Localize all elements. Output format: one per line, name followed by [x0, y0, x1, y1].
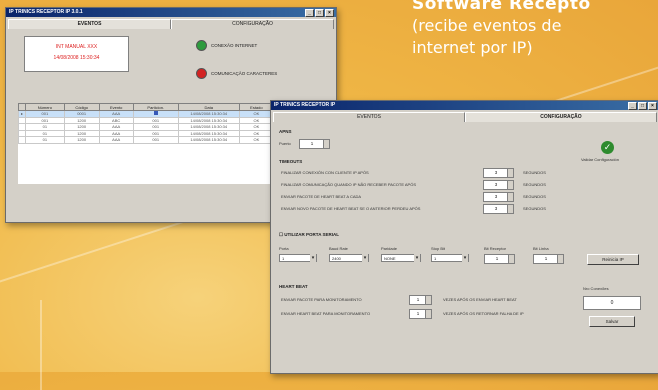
status-communication: COMUNICAÇÃO CARACTERES: [196, 68, 277, 79]
headline-subtitle-2: internet por IP): [412, 38, 533, 57]
window-title: IP TRINICS RECEPTOR IP: [274, 102, 336, 108]
heartbeat-stepper[interactable]: 1: [409, 295, 432, 305]
apns-section-title: APNS: [279, 129, 292, 134]
connections-count-field[interactable]: 0: [583, 296, 641, 310]
window-title: IP TRINICS RECEPTOR IP 3.0.1: [9, 9, 83, 15]
bit-receptor-stepper[interactable]: 1: [484, 254, 515, 264]
event-message-box: INT MANUAL XXX 14/08/2008 15:30:34: [24, 36, 129, 72]
window-titlebar[interactable]: IP TRINICS RECEPTOR IP _ □ ×: [271, 101, 658, 110]
headline: Software Recepto (recibe eventos de inte…: [412, 0, 658, 58]
heartbeat-stepper[interactable]: 1: [409, 309, 432, 319]
tab-eventos[interactable]: EVENTOS: [273, 112, 465, 122]
comm-error-icon: [196, 68, 207, 79]
serial-port-title: UTILIZAR PORTA SERIAL: [284, 232, 340, 237]
serial-spin-label: Bit Linha: [533, 246, 549, 251]
row-indicator-header: [18, 103, 26, 111]
timeout-stepper[interactable]: 3: [483, 204, 514, 214]
column-header[interactable]: Particion.: [132, 103, 179, 111]
events-table[interactable]: Número Código Evento Particion. Data Est…: [18, 103, 275, 184]
apns-port-stepper[interactable]: 1: [299, 139, 330, 149]
event-message-line: INT MANUAL XXX: [55, 44, 98, 50]
tab-configuracao[interactable]: CONFIGURAÇÃO: [465, 112, 657, 122]
tab-eventos[interactable]: EVENTOS: [8, 19, 171, 29]
selected-checkbox-icon[interactable]: [153, 111, 158, 116]
serial-field-label: Baud Rate: [329, 246, 348, 251]
timeout-label: ENVIAR NOVO PACOTE DE HEART BEAT SE O AN…: [281, 206, 421, 211]
minimize-button[interactable]: _: [628, 102, 637, 110]
column-header[interactable]: Evento: [98, 103, 134, 111]
serial-port-checkbox-label[interactable]: ☐ UTILIZAR PORTA SERIAL: [279, 232, 339, 238]
serial-field-label: Stop Bit: [431, 246, 446, 251]
connections-label: Nro Conexões: [583, 286, 609, 291]
restart-ip-button[interactable]: Reinicia IP: [587, 254, 639, 265]
serial-field-label: Paridade: [381, 246, 398, 251]
baud-rate-select[interactable]: 2400: [329, 254, 369, 262]
validate-label: Validar Configuración: [581, 157, 619, 162]
parity-select[interactable]: NONE: [381, 254, 421, 262]
status-label: CONEXÃO INTERNET: [211, 43, 258, 48]
heartbeat-unit: VEZES APÓS OS ENVIAR HEART BEAT: [443, 297, 517, 302]
maximize-button[interactable]: □: [315, 9, 324, 17]
column-header[interactable]: Data: [177, 103, 240, 111]
status-label: COMUNICAÇÃO CARACTERES: [211, 71, 278, 76]
apns-port-label: Puerto: [279, 141, 291, 146]
serial-field-label: Porta: [279, 246, 289, 251]
event-message-line: 14/08/2008 15:30:34: [53, 55, 100, 61]
background-ray: [40, 300, 42, 390]
status-connection: CONEXÃO INTERNET: [196, 40, 257, 51]
timeout-stepper[interactable]: 3: [483, 192, 514, 202]
timeouts-section-title: TIMEOUTS: [279, 159, 303, 164]
close-button[interactable]: ×: [325, 9, 334, 17]
headline-subtitle-1: (recibe eventos de: [412, 16, 562, 35]
close-button[interactable]: ×: [648, 102, 657, 110]
timeout-unit: SEGUNDOS: [523, 194, 546, 199]
serial-spin-label: Bit Receptor: [484, 246, 507, 251]
timeout-label: FINALIZAR COMUNICAÇÃO QUANDO IP NÃO RECE…: [281, 182, 416, 187]
timeout-stepper[interactable]: 3: [483, 180, 514, 190]
heartbeat-section-title: HEART BEAT: [279, 284, 308, 289]
heartbeat-label: ENVIAR PACOTE PARA MONITORAMENTO: [281, 297, 362, 302]
tab-configuracao[interactable]: CONFIGURAÇÃO: [171, 19, 334, 29]
headline-title: Software Recepto: [412, 0, 591, 14]
validate-check-icon[interactable]: ✓: [601, 141, 614, 154]
timeout-unit: SEGUNDOS: [523, 182, 546, 187]
bit-line-stepper[interactable]: 1: [533, 254, 564, 264]
stop-bit-select[interactable]: 1: [431, 254, 469, 262]
table-empty-area: [19, 143, 274, 184]
heartbeat-label: ENVIAR HEART BEAT PARA MONITORAMENTO: [281, 311, 371, 316]
save-button[interactable]: Salvar: [589, 316, 635, 327]
timeout-stepper[interactable]: 3: [483, 168, 514, 178]
minimize-button[interactable]: _: [305, 9, 314, 17]
receiver-config-window: IP TRINICS RECEPTOR IP _ □ × EVENTOS CON…: [270, 100, 658, 374]
timeout-unit: SEGUNDOS: [523, 170, 546, 175]
table-row[interactable]: [19, 143, 274, 184]
column-header[interactable]: Número: [25, 103, 65, 111]
connection-ok-icon: [196, 40, 207, 51]
column-header[interactable]: Estado: [238, 103, 275, 111]
column-header[interactable]: Código: [63, 103, 100, 111]
timeout-label: ENVIAR PACOTE DE HEART BEAT A CADA: [281, 194, 362, 199]
window-titlebar[interactable]: IP TRINICS RECEPTOR IP 3.0.1 _ □ ×: [6, 8, 336, 17]
timeout-unit: SEGUNDOS: [523, 206, 546, 211]
maximize-button[interactable]: □: [638, 102, 647, 110]
heartbeat-unit: VEZES APÓS OS RETORNAR FALHA DE IP: [443, 311, 524, 316]
port-select[interactable]: 1: [279, 254, 317, 262]
timeout-label: FINALIZAR CONEXIÓN CON CLIENTE IP APÓS: [281, 170, 369, 175]
